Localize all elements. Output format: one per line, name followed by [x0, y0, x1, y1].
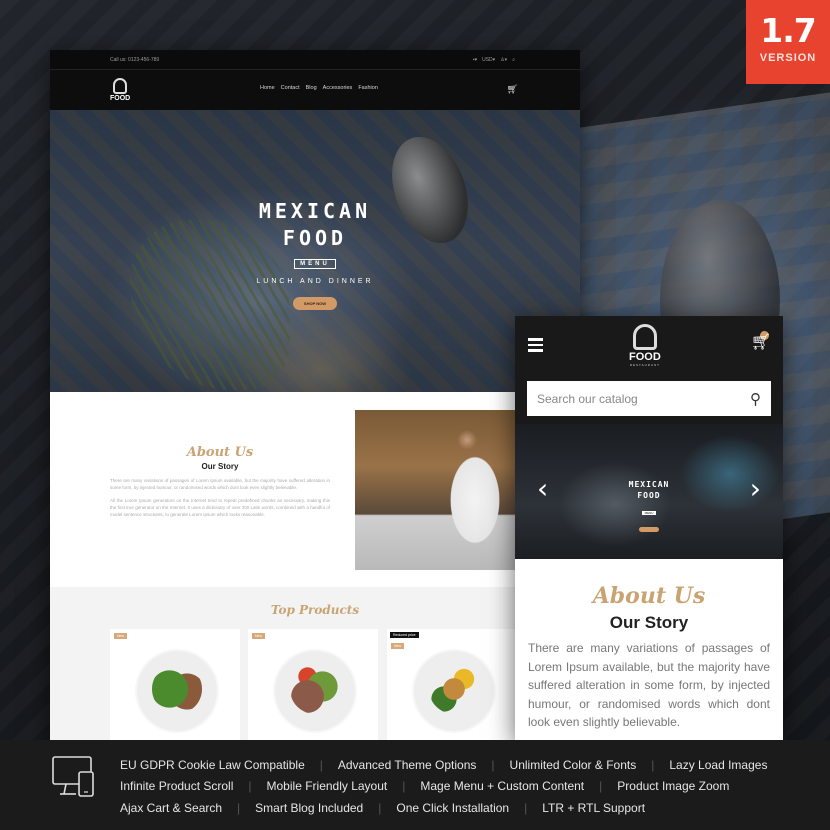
desktop-mobile-icon [52, 756, 94, 797]
hero-title-line2: FOOD [282, 226, 348, 250]
feature-item: Mobile Friendly Layout [266, 779, 388, 794]
search-box: ⚲ [527, 381, 771, 416]
features-band: EU GDPR Cookie Law Compatible | Advanced … [0, 740, 830, 830]
feature-item: LTR + RTL Support [542, 800, 646, 815]
feature-row: Infinite Product Scroll | Mobile Friendly… [120, 779, 730, 794]
search-icon[interactable]: ⚲ [750, 390, 761, 408]
hero-subtitle: LUNCH AND DINNER [256, 278, 374, 285]
chevron-right-icon[interactable]: › [750, 472, 761, 505]
cart-icon[interactable]: 🛒︎ [751, 332, 771, 352]
product-card[interactable]: New [248, 629, 378, 740]
chef-hat-icon [113, 78, 128, 94]
feature-row: EU GDPR Cookie Law Compatible | Advanced … [120, 757, 768, 772]
mobile-search-bar: ⚲ [515, 378, 783, 424]
feature-item: Unlimited Color & Fonts [509, 757, 637, 772]
about-paragraph: There are many variations of passages of… [528, 641, 770, 729]
top-products-title: Top Products [270, 603, 360, 617]
hero-menu-tag: MENU [294, 259, 336, 269]
product-card[interactable]: New [110, 629, 240, 740]
version-badge: 1.7 VERSION [746, 0, 830, 84]
mobile-slider: ‹ MEXICAN FOOD MENU › [515, 424, 783, 559]
cart-icon[interactable]: 🛒︎ [507, 84, 518, 95]
chef-hat-icon [632, 324, 657, 350]
hamburger-icon[interactable] [528, 338, 543, 355]
product-card[interactable]: Reduced price New [387, 629, 527, 740]
nav-blog[interactable]: Blog [306, 85, 317, 91]
feature-row: Ajax Cart & Search | Smart Blog Included |… [120, 800, 646, 815]
dish-salad [152, 664, 202, 714]
feature-item: One Click Installation [396, 800, 510, 815]
feature-list: EU GDPR Cookie Law Compatible | Advanced … [120, 754, 767, 819]
feature-item: Infinite Product Scroll [120, 779, 234, 794]
mobile-about-section: About Us Our Story There are many variat… [515, 559, 783, 732]
hero-title-line1: MEXICAN [258, 199, 372, 223]
version-label: VERSION [759, 52, 817, 64]
feature-item: Advanced Theme Options [337, 757, 477, 772]
shop-now-button[interactable]: SHOP NOW [292, 297, 338, 310]
about-script-title: About Us [592, 583, 706, 609]
hero-banner: MEXICAN FOOD MENU LUNCH AND DINNER SHOP … [50, 110, 580, 392]
nav-contact[interactable]: Contact [281, 85, 300, 91]
mobile-logo[interactable]: FOOD RESTAURANT [629, 324, 661, 367]
currency-selector[interactable]: USD▾ [482, 57, 495, 63]
mobile-preview: FOOD RESTAURANT 🛒︎ ⚲ ‹ MEXICAN FOOD MENU… [515, 316, 783, 740]
mobile-header: FOOD RESTAURANT 🛒︎ [515, 316, 783, 378]
feature-item: Mage Menu + Custom Content [420, 779, 585, 794]
feature-item: Product Image Zoom [617, 779, 730, 794]
reduced-price-badge: Reduced price [390, 632, 419, 638]
nav-home[interactable]: Home [260, 85, 275, 91]
about-script-title: About Us [186, 445, 254, 460]
new-badge: New [391, 643, 405, 649]
about-paragraph-2: All the Lorem Ipsum generators on the In… [110, 498, 330, 517]
feature-item: EU GDPR Cookie Law Compatible [120, 757, 305, 772]
nav-links: Home Contact Blog Accessories Fashion [260, 85, 378, 91]
new-badge: New [252, 633, 266, 639]
top-products-section: Top Products New New Reduced price New [50, 587, 580, 740]
new-badge: New [114, 633, 128, 639]
dish-shrimp [429, 664, 479, 714]
about-paragraph-1: There are many variations of passages of… [110, 478, 330, 490]
main-nav: FOOD Home Contact Blog Accessories Fashi… [50, 70, 580, 110]
about-heading: Our Story [609, 613, 689, 632]
about-text: About Us Our Story There are many variat… [110, 445, 330, 518]
flag-icon[interactable]: ▪▾ [473, 57, 477, 63]
search-icon[interactable]: ⌕ [512, 57, 515, 63]
desktop-preview: Call us: 0123-456-789 ▪▾ USD▾ ♙▾ ⌕ FOOD … [50, 50, 580, 740]
slider-caption: MEXICAN FOOD MENU [515, 479, 783, 537]
call-us-text: Call us: 0123-456-789 [110, 56, 160, 63]
about-heading: Our Story [201, 462, 239, 471]
chef-photo [355, 410, 520, 570]
top-bar: Call us: 0123-456-789 ▪▾ USD▾ ♙▾ ⌕ [50, 50, 580, 70]
topbar-controls: ▪▾ USD▾ ♙▾ ⌕ [473, 57, 515, 63]
slider-title-line2: FOOD [637, 491, 661, 500]
about-section: About Us Our Story There are many variat… [50, 392, 580, 587]
slider-shop-button[interactable] [639, 527, 659, 532]
slider-menu-tag: MENU [641, 511, 657, 515]
slider-title-line1: MEXICAN [628, 480, 670, 489]
version-number: 1.7 [760, 11, 816, 50]
nav-fashion[interactable]: Fashion [358, 85, 378, 91]
nav-accessories[interactable]: Accessories [323, 85, 353, 91]
dish-steak [290, 664, 340, 714]
feature-item: Smart Blog Included [255, 800, 364, 815]
feature-item: Lazy Load Images [669, 757, 768, 772]
search-input[interactable] [537, 391, 750, 406]
hero-caption: MEXICAN FOOD MENU LUNCH AND DINNER SHOP … [50, 198, 580, 310]
feature-item: Ajax Cart & Search [120, 800, 223, 815]
user-icon[interactable]: ♙▾ [500, 57, 507, 63]
logo[interactable]: FOOD [110, 78, 130, 102]
